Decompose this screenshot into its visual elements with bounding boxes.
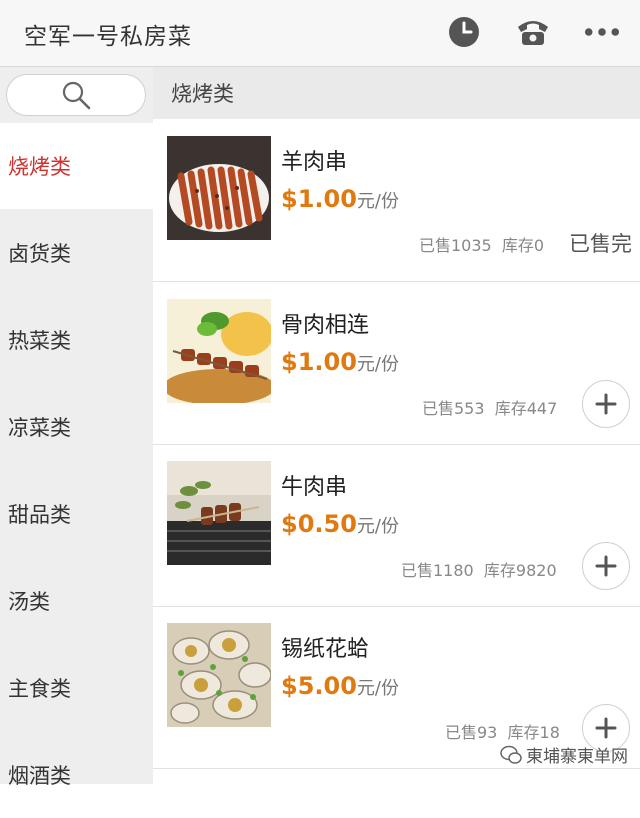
item-price: $1.00 — [281, 348, 357, 376]
item-stats: 已售1180 库存9820 — [401, 557, 557, 581]
sold-out-label: 已售完 — [569, 232, 632, 256]
item-stock: 库存9820 — [483, 561, 557, 580]
item-name: 牛肉串 — [281, 475, 348, 500]
more-icon[interactable] — [584, 14, 620, 50]
category-cold-dishes[interactable]: 凉菜类 — [0, 384, 153, 470]
item-name: 羊肉串 — [281, 150, 348, 175]
item-unit: 元/份 — [356, 516, 399, 537]
category-bbq[interactable]: 烧烤类 — [0, 123, 153, 209]
section-title: 烧烤类 — [153, 67, 640, 119]
item-price-row: $1.00元/份 — [281, 185, 399, 213]
phone-icon[interactable] — [515, 14, 551, 50]
search-input[interactable] — [6, 74, 146, 116]
plus-icon — [595, 555, 617, 577]
item-stock: 库存18 — [507, 723, 560, 742]
app-title: 空军一号私房菜 — [24, 24, 192, 50]
item-sold: 已售1180 — [401, 561, 474, 580]
menu-item: 羊肉串 $1.00元/份 已售1035 库存0 已售完 — [153, 120, 640, 282]
category-soups[interactable]: 汤类 — [0, 558, 153, 644]
item-price-row: $1.00元/份 — [281, 348, 399, 376]
item-unit: 元/份 — [356, 191, 399, 212]
item-stock: 库存447 — [494, 399, 558, 418]
item-price: $0.50 — [281, 510, 357, 538]
category-tobacco-alcohol[interactable]: 烟酒类 — [0, 732, 153, 818]
clock-icon[interactable] — [446, 14, 482, 50]
add-to-cart-button[interactable] — [582, 542, 630, 590]
item-name: 锡纸花蛤 — [281, 637, 370, 662]
item-price: $5.00 — [281, 672, 357, 700]
item-price-row: $5.00元/份 — [281, 672, 399, 700]
plus-icon — [595, 393, 617, 415]
watermark: 東埔寨東单网 — [500, 742, 628, 767]
item-price: $1.00 — [281, 185, 357, 213]
category-braised[interactable]: 卤货类 — [0, 210, 153, 296]
category-staples[interactable]: 主食类 — [0, 645, 153, 731]
item-name: 骨肉相连 — [281, 313, 370, 338]
item-unit: 元/份 — [356, 354, 399, 375]
item-price-row: $0.50元/份 — [281, 510, 399, 538]
menu-item: 骨肉相连 $1.00元/份 已售553 库存447 — [153, 283, 640, 445]
search-icon — [62, 81, 91, 110]
item-photo — [167, 299, 271, 403]
item-photo — [167, 136, 271, 240]
watermark-text: 東埔寨東单网 — [526, 747, 628, 767]
app-header: 空军一号私房菜 — [0, 0, 640, 67]
item-stock: 库存0 — [501, 236, 545, 255]
item-stats: 已售553 库存447 — [422, 395, 557, 419]
item-stats: 已售1035 库存0 — [419, 232, 544, 256]
plus-icon — [595, 717, 617, 739]
item-photo — [167, 461, 271, 565]
item-unit: 元/份 — [356, 678, 399, 699]
category-hot-dishes[interactable]: 热菜类 — [0, 297, 153, 383]
add-to-cart-button[interactable] — [582, 380, 630, 428]
category-desserts[interactable]: 甜品类 — [0, 471, 153, 557]
menu-item: 牛肉串 $0.50元/份 已售1180 库存9820 — [153, 445, 640, 607]
item-photo — [167, 623, 271, 727]
category-sidebar: 烧烤类 卤货类 热菜类 凉菜类 甜品类 汤类 主食类 烟酒类 — [0, 67, 153, 788]
item-sold: 已售1035 — [419, 236, 492, 255]
item-stats: 已售93 库存18 — [445, 719, 560, 743]
item-sold: 已售93 — [445, 723, 498, 742]
wechat-icon — [500, 745, 522, 764]
item-sold: 已售553 — [422, 399, 485, 418]
